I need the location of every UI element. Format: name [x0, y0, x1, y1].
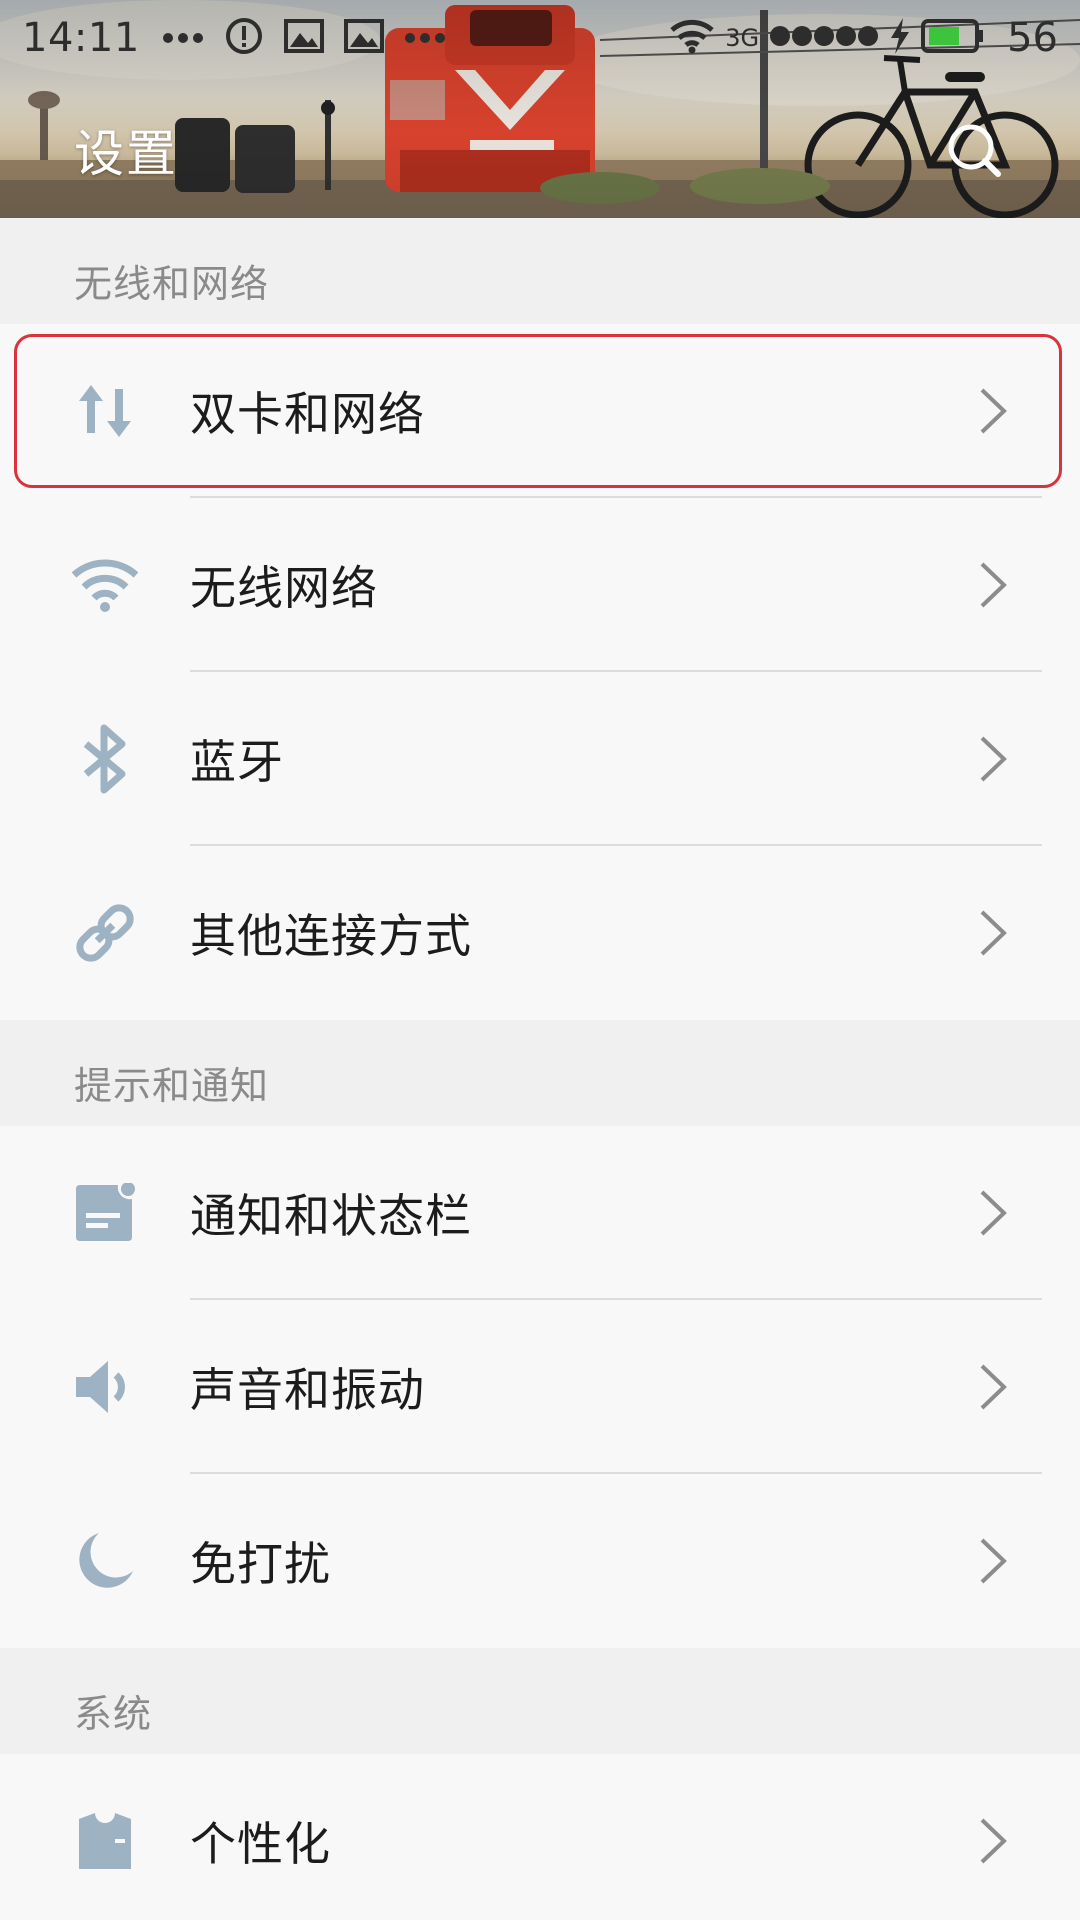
- wifi-signal-icon: [669, 18, 715, 58]
- more-dots-icon: [162, 29, 204, 48]
- battery-icon: [921, 19, 985, 57]
- settings-item-label: 无线网络: [190, 561, 378, 615]
- page-title: 设置: [74, 125, 178, 183]
- data-arrows-icon: [70, 376, 140, 446]
- chevron-right-icon: [978, 1188, 1008, 1238]
- settings-list: 无线和网络 双卡和网络 无线网络 蓝牙 其他连接方式 提示和通知 通知和状态栏 …: [0, 218, 1080, 1920]
- status-bar: 14:11 3G 56: [0, 0, 1080, 76]
- network-type-label: 3G: [725, 24, 760, 52]
- settings-item-other-connections[interactable]: 其他连接方式: [0, 846, 1080, 1020]
- settings-item-label: 其他连接方式: [190, 909, 472, 963]
- chevron-right-icon: [978, 1536, 1008, 1586]
- settings-item-label: 免打扰: [190, 1537, 331, 1591]
- settings-item-label: 个性化: [190, 1817, 331, 1871]
- more-dots-icon: [404, 29, 446, 48]
- alert-icon: [224, 16, 264, 60]
- search-button[interactable]: [938, 116, 1010, 188]
- settings-item-sound-vibration[interactable]: 声音和振动: [0, 1300, 1080, 1474]
- settings-item-label: 声音和振动: [190, 1363, 425, 1417]
- chevron-right-icon: [978, 1362, 1008, 1412]
- chevron-right-icon: [978, 386, 1008, 436]
- chevron-right-icon: [978, 560, 1008, 610]
- bluetooth-icon: [70, 724, 140, 794]
- wifi-icon: [70, 550, 140, 620]
- charging-icon: [889, 18, 911, 58]
- settings-item-dual-sim-network[interactable]: 双卡和网络: [0, 324, 1080, 498]
- settings-item-label: 通知和状态栏: [190, 1189, 472, 1243]
- header-banner: 14:11 3G 56 设置: [0, 0, 1080, 218]
- settings-item-personalization[interactable]: 个性化: [0, 1754, 1080, 1920]
- signal-strength-icon: [769, 23, 879, 53]
- section-header-wireless: 无线和网络: [0, 218, 1080, 324]
- link-icon: [70, 898, 140, 968]
- image-icon: [283, 19, 324, 57]
- image-icon: [343, 19, 384, 57]
- title-row: 设置: [0, 100, 1080, 200]
- settings-item-label: 蓝牙: [190, 735, 284, 789]
- settings-item-wlan[interactable]: 无线网络: [0, 498, 1080, 672]
- speaker-icon: [70, 1352, 140, 1422]
- moon-icon: [70, 1526, 140, 1596]
- section-header-notifications: 提示和通知: [0, 1020, 1080, 1126]
- search-icon: [944, 120, 1004, 184]
- chevron-right-icon: [978, 1816, 1008, 1866]
- status-time: 14:11: [22, 15, 140, 61]
- settings-item-notification-statusbar[interactable]: 通知和状态栏: [0, 1126, 1080, 1300]
- battery-percent: 56: [1007, 15, 1058, 61]
- settings-item-bluetooth[interactable]: 蓝牙: [0, 672, 1080, 846]
- settings-item-label: 双卡和网络: [190, 387, 425, 441]
- chevron-right-icon: [978, 908, 1008, 958]
- settings-item-do-not-disturb[interactable]: 免打扰: [0, 1474, 1080, 1648]
- notification-icon: [70, 1178, 140, 1248]
- chevron-right-icon: [978, 734, 1008, 784]
- section-header-system: 系统: [0, 1648, 1080, 1754]
- shirt-icon: [70, 1806, 140, 1876]
